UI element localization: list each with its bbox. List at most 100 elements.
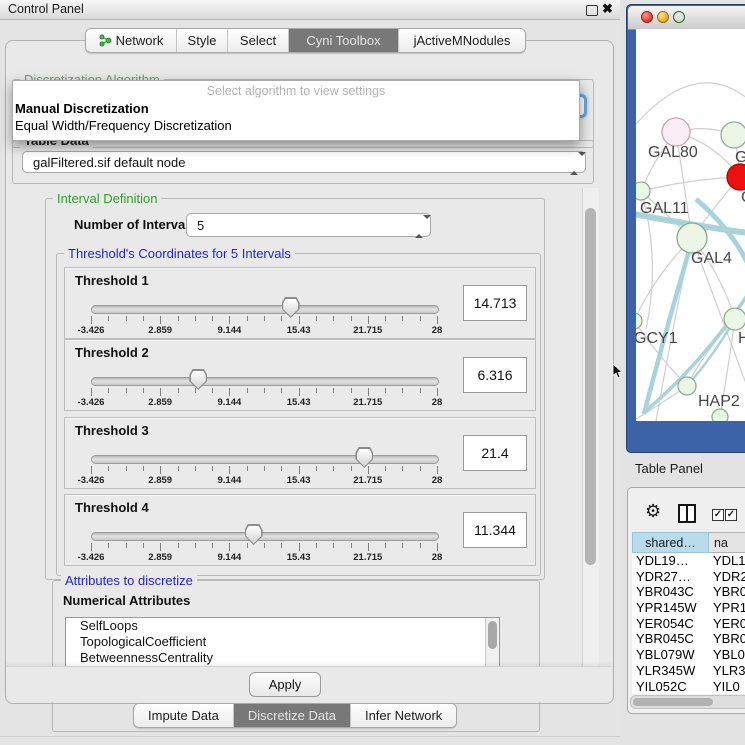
tab-style[interactable]: Style (177, 29, 228, 52)
slider-tick (368, 388, 369, 396)
slider-tick-label: 15.43 (287, 325, 311, 336)
slider-tick (160, 543, 161, 551)
slider-tick (229, 543, 230, 551)
threshold-slider-track[interactable] (91, 305, 439, 314)
slider-tick (108, 466, 109, 471)
slider-tick (126, 466, 127, 471)
zoom-traffic-light-icon[interactable] (673, 11, 685, 23)
column-header-shared-name[interactable]: shared… (632, 532, 709, 553)
threshold-value-field[interactable]: 21.4 (463, 435, 527, 471)
attribute-list-item[interactable]: BetweennessCentrality (66, 650, 499, 666)
slider-tick (281, 543, 282, 548)
slider-tick-label: 28 (432, 325, 443, 336)
threshold-slider-thumb[interactable] (282, 297, 300, 318)
slider-tick (351, 388, 352, 393)
number-of-intervals-combobox[interactable]: 5 (186, 213, 431, 237)
slider-tick (316, 466, 317, 471)
minimize-traffic-light-icon[interactable] (657, 11, 669, 23)
table-data-combobox[interactable]: galFiltered.sif default node (22, 151, 586, 173)
table-row[interactable]: YDR27…YDR2 (632, 569, 745, 585)
slider-tick (385, 543, 386, 548)
cell-shared-name: YBR045C (636, 631, 694, 646)
algorithm-option-manual[interactable]: Manual Discretization (13, 100, 579, 117)
attribute-list-item[interactable]: TopologicalCoefficient (66, 634, 499, 650)
threshold-slider-thumb[interactable] (355, 447, 373, 468)
threshold-panel: Threshold 3-3.4262.8599.14415.4321.71528… (64, 417, 536, 489)
slider-tick-label: 21.715 (353, 325, 382, 336)
cell-name: YBR0 (713, 631, 745, 646)
settings-scrollbar-thumb[interactable] (585, 208, 596, 565)
threshold-panel: Threshold 1-3.4262.8599.14415.4321.71528… (64, 267, 536, 339)
tab-select[interactable]: Select (228, 29, 289, 52)
columns-icon[interactable] (678, 504, 696, 523)
apply-button[interactable]: Apply (249, 672, 321, 697)
threshold-slider-track[interactable] (91, 532, 439, 541)
float-window-icon[interactable] (586, 5, 598, 16)
algorithm-dropdown-placeholder[interactable]: Select algorithm to view settings (13, 81, 579, 100)
gear-icon[interactable]: ⚙ (645, 502, 661, 520)
algorithm-option-equal-width[interactable]: Equal Width/Frequency Discretization (13, 117, 579, 134)
tab-select-label: Select (240, 33, 276, 48)
threshold-value-field[interactable]: 11.344 (463, 512, 527, 548)
threshold-slider-track[interactable] (91, 455, 439, 464)
close-traffic-light-icon[interactable] (641, 11, 653, 23)
threshold-value-field[interactable]: 6.316 (463, 357, 527, 393)
control-panel-tab-bar: Network Style Select Cyni Toolbox jActiv… (85, 28, 526, 53)
table-rows: YDL19…YDL1YDR27…YDR2YBR043CYBR0YPR145WYP… (632, 553, 745, 694)
bottom-tab-bar: Impute Data Discretize Data Infer Networ… (133, 703, 457, 728)
tab-network-label: Network (116, 33, 164, 48)
slider-tick-label: 2.859 (148, 552, 172, 563)
network-view-window[interactable]: GAL80G.GAL11CGAL4GCY1HHAP2 (626, 4, 745, 453)
table-row[interactable]: YPR145WYPR1 (632, 600, 745, 616)
attribute-list-item[interactable]: SelfLoops (66, 618, 499, 634)
threshold-slider-thumb[interactable] (245, 524, 263, 545)
slider-tick (402, 466, 403, 471)
network-canvas[interactable]: GAL80G.GAL11CGAL4GCY1HHAP2 (636, 29, 745, 421)
tab-cyni-toolbox[interactable]: Cyni Toolbox (289, 29, 399, 52)
slider-tick (281, 316, 282, 321)
slider-tick (299, 543, 300, 551)
attributes-scrollbar-thumb[interactable] (488, 621, 497, 649)
tab-impute-data[interactable]: Impute Data (134, 704, 234, 727)
slider-tick-label: -3.426 (78, 552, 105, 563)
threshold-slider-thumb[interactable] (189, 369, 207, 390)
table-row[interactable]: YBR043CYBR0 (632, 584, 745, 600)
checkbox-icon[interactable]: ✓ (725, 509, 737, 521)
tab-jactivemnodules[interactable]: jActiveMNodules (399, 29, 525, 52)
close-icon[interactable]: ✖ (602, 1, 613, 17)
cell-name: YBR0 (713, 584, 745, 599)
slider-tick (385, 316, 386, 321)
slider-tick (143, 388, 144, 393)
table-row[interactable]: YER054CYER0 (632, 616, 745, 632)
table-scrollbar-thumb[interactable] (633, 698, 713, 706)
threshold-slider-track[interactable] (91, 377, 439, 386)
slider-tick (368, 466, 369, 474)
table-row[interactable]: YBR045C YBR0 (632, 631, 745, 647)
slider-tick-label: 21.715 (353, 397, 382, 408)
table-row[interactable]: YBL079WYBL0 (632, 647, 745, 663)
slider-tick (229, 316, 230, 324)
network-window-titlebar[interactable] (628, 6, 745, 30)
panel-bottom-divider (0, 736, 620, 737)
network-graph (636, 29, 745, 421)
slider-tick (351, 466, 352, 471)
checkbox-icon[interactable]: ✓ (712, 509, 724, 521)
number-of-intervals-label: Number of Intervals (74, 217, 196, 232)
table-horizontal-scrollbar[interactable] (630, 695, 745, 709)
settings-vertical-scrollbar[interactable] (582, 188, 599, 700)
tab-network[interactable]: Network (86, 29, 177, 52)
slider-tick-label: 21.715 (353, 552, 382, 563)
table-row[interactable]: YIL052CYIL0 (632, 679, 745, 695)
numerical-attributes-label: Numerical Attributes (63, 593, 190, 608)
threshold-panel: Threshold 4-3.4262.8599.14415.4321.71528… (64, 494, 536, 566)
tab-infer-network[interactable]: Infer Network (351, 704, 456, 727)
threshold-value-field[interactable]: 14.713 (463, 285, 527, 321)
cell-shared-name: YDL19… (636, 553, 689, 568)
table-row[interactable]: YLR345WYLR3 (632, 663, 745, 679)
column-header-name[interactable]: na (709, 532, 745, 553)
slider-tick-label: 2.859 (148, 475, 172, 486)
slider-tick-label: 2.859 (148, 325, 172, 336)
slider-tick (160, 388, 161, 396)
tab-discretize-data[interactable]: Discretize Data (234, 704, 351, 727)
table-row[interactable]: YDL19…YDL1 (632, 553, 745, 569)
